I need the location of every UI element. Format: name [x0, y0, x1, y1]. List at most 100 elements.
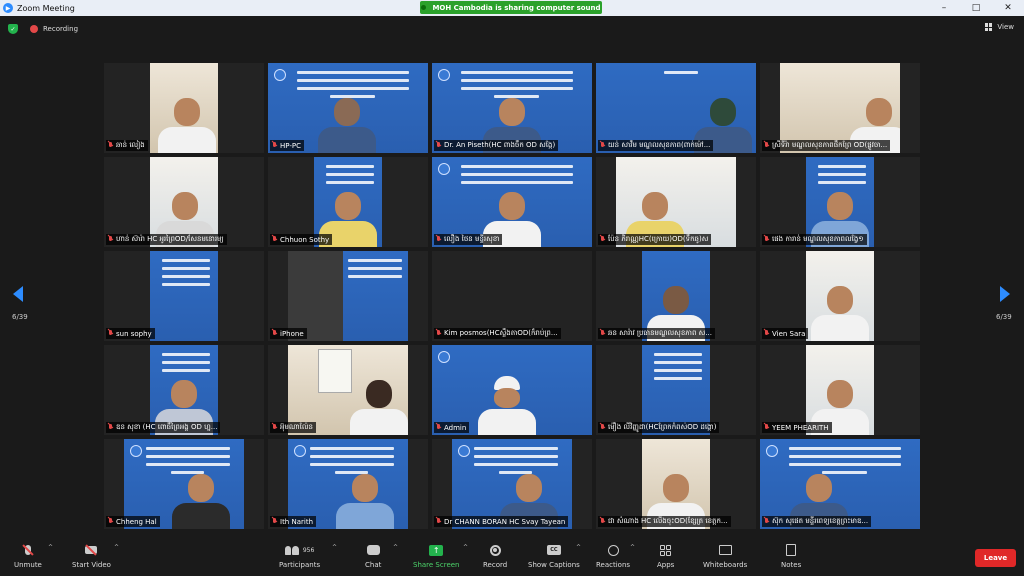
recording-label: Recording: [43, 25, 79, 33]
video-tile[interactable]: ស្រីទីរ៉ា មណ្ឌលសុខភាពផឹកព្រែ OD(ផ្លូវចា.…: [760, 63, 920, 153]
video-tile[interactable]: Vien Sara: [760, 251, 920, 341]
unmute-button[interactable]: Unmute: [14, 543, 42, 569]
participant-name: ម៉ឿង លីវិញ្ញូដា(HCព្រែកកំពស់OD ដង្កោ): [598, 422, 720, 433]
sharing-sound-banner[interactable]: MOH Cambodia is sharing computer sound: [420, 1, 602, 14]
view-label: View: [997, 23, 1014, 31]
share-options-chevron-icon[interactable]: ^: [463, 544, 468, 551]
participants-options-chevron-icon[interactable]: ^: [332, 544, 337, 551]
participant-name: ជា សំណាង HC លើងចុះOD(ខ្សែត្រ ខេត្តក...: [598, 516, 731, 527]
leave-button[interactable]: Leave: [975, 549, 1016, 567]
participant-name: ផេង ការាន់ មណ្ឌលសុខភាពលង្វែ១: [762, 234, 867, 245]
participant-name: ស្រីទីរ៉ា មណ្ឌលសុខភាពផឹកព្រែ OD(ផ្លូវចា.…: [762, 140, 891, 151]
video-tile[interactable]: sun sophy: [104, 251, 264, 341]
participant-name: លឿង ថៃន មន្ទីរសុខា: [434, 234, 503, 245]
video-tile[interactable]: លឿង ថៃន មន្ទីរសុខា: [432, 157, 592, 247]
meeting-toolbar: Unmute ^ Start Video ^ 956 Participants …: [0, 538, 1024, 576]
captions-options-chevron-icon[interactable]: ^: [576, 544, 581, 551]
share-screen-icon: ↑: [428, 543, 444, 557]
video-tile[interactable]: ហាន់ ស៊ារ៉ា HC អូរព្រៃOD/សែនមនោរម្យ: [104, 157, 264, 247]
muted-mic-icon: [600, 330, 605, 337]
sound-indicator-icon: [421, 5, 427, 10]
security-shield-icon[interactable]: ✓: [8, 24, 18, 34]
reactions-button[interactable]: Reactions: [596, 543, 630, 569]
notes-button[interactable]: Notes: [781, 543, 801, 569]
whiteboards-button[interactable]: Whiteboards: [703, 543, 747, 569]
participant-name: Vien Sara: [762, 328, 809, 339]
camera-feed: [806, 251, 874, 341]
minimize-button[interactable]: –: [928, 0, 960, 16]
window-controls: – □ ✕: [928, 0, 1024, 16]
video-tile[interactable]: Chheng Hal: [104, 439, 264, 529]
video-tile[interactable]: ឆន សារ៉ាវ ប្រធានមណ្ឌលសុខភាព ស...: [596, 251, 756, 341]
video-tile[interactable]: Dr. An Piseth(HC ពាងចឹក OD សង្កែ): [432, 63, 592, 153]
participants-button[interactable]: 956 Participants: [279, 543, 320, 569]
next-page-arrow-icon[interactable]: [1000, 286, 1010, 302]
video-tile[interactable]: ឌន សុខា (HC ពោធិ៍ព្រៃអង្គ OD ហ្ន...: [104, 345, 264, 435]
maximize-button[interactable]: □: [960, 0, 992, 16]
record-button[interactable]: Record: [483, 543, 507, 569]
participant-name: Chheng Hal: [106, 516, 160, 527]
muted-mic-icon: [436, 236, 441, 243]
chat-button[interactable]: Chat: [365, 543, 381, 569]
participant-name: sun sophy: [106, 328, 155, 339]
share-screen-button[interactable]: ↑ Share Screen: [413, 543, 460, 569]
participant-name: Dr CHANN BORAN HC Svay Tayean: [434, 516, 569, 527]
muted-mic-icon: [764, 236, 769, 243]
apps-label: Apps: [657, 561, 675, 569]
video-tile[interactable]: Kim posmos(HCស្ទឹងតាOD(ក៏រាប់ព្រ...: [432, 251, 592, 341]
participant-name: ឌន សុខា (HC ពោធិ៍ព្រៃអង្គ OD ហ្ន...: [106, 422, 221, 433]
participant-name: ឆាន់ លៀង: [106, 140, 148, 151]
show-captions-button[interactable]: CC Show Captions: [528, 543, 580, 569]
zoom-meeting-window: ▶ Zoom Meeting MOH Cambodia is sharing c…: [0, 0, 1024, 576]
camera-feed: [150, 63, 218, 153]
video-tile[interactable]: Ith Narith: [268, 439, 428, 529]
participant-name: អ៊ុមណាល៉ែន: [270, 422, 316, 433]
zoom-logo-icon: ▶: [3, 3, 13, 13]
video-tile[interactable]: ជា សំណាង HC លើងចុះOD(ខ្សែត្រ ខេត្តក...: [596, 439, 756, 529]
chat-label: Chat: [365, 561, 382, 569]
video-tile[interactable]: ស៊ុក សុផេត មន្ទីរពេទ្យខេត្តព្រះមាឌ...: [760, 439, 920, 529]
unmute-label: Unmute: [14, 561, 42, 569]
audio-options-chevron-icon[interactable]: ^: [48, 544, 53, 551]
participant-name: Chhuon Sothy: [270, 234, 333, 245]
record-label: Record: [483, 561, 508, 569]
apps-button[interactable]: Apps: [657, 543, 674, 569]
muted-mic-icon: [600, 424, 605, 431]
chat-options-chevron-icon[interactable]: ^: [393, 544, 398, 551]
muted-mic-icon: [436, 142, 441, 149]
video-tile[interactable]: ប៉ែន ភិរាណ្ណHC(ក្រោយ)OD(ទឹកឆូ)ស: [596, 157, 756, 247]
muted-mic-icon: [436, 518, 441, 525]
participant-name: យន់ សាវឹម មណ្ឌលសុខភាព(ពាក់ម៉ៅ...: [598, 140, 714, 151]
title-bar: ▶ Zoom Meeting MOH Cambodia is sharing c…: [0, 0, 1024, 16]
muted-mic-icon: [272, 330, 277, 337]
microphone-muted-icon: [20, 543, 36, 557]
muted-mic-icon: [764, 142, 769, 149]
video-tile[interactable]: YEEM PHEARITH: [760, 345, 920, 435]
view-button[interactable]: View: [985, 23, 1014, 31]
reactions-label: Reactions: [596, 561, 631, 569]
video-tile[interactable]: ផេង ការាន់ មណ្ឌលសុខភាពលង្វែ១: [760, 157, 920, 247]
video-tile[interactable]: ម៉ឿង លីវិញ្ញូដា(HCព្រែកកំពស់OD ដង្កោ): [596, 345, 756, 435]
video-tile[interactable]: iPhone: [268, 251, 428, 341]
whiteboard-icon: [717, 543, 733, 557]
record-icon: [487, 543, 503, 557]
participants-icon: [284, 545, 299, 555]
participant-name: HP-PC: [270, 140, 304, 151]
participant-name: ស៊ុក សុផេត មន្ទីរពេទ្យខេត្តព្រះមាឌ...: [762, 516, 872, 527]
muted-mic-icon: [764, 518, 769, 525]
video-tile[interactable]: យន់ សាវឹម មណ្ឌលសុខភាព(ពាក់ម៉ៅ...: [596, 63, 756, 153]
video-tile[interactable]: Chhuon Sothy: [268, 157, 428, 247]
close-button[interactable]: ✕: [992, 0, 1024, 16]
video-tile[interactable]: HP-PC: [268, 63, 428, 153]
video-tile[interactable]: Dr CHANN BORAN HC Svay Tayean: [432, 439, 592, 529]
video-tile[interactable]: Admin: [432, 345, 592, 435]
participant-name: iPhone: [270, 328, 307, 339]
muted-mic-icon: [600, 236, 605, 243]
video-options-chevron-icon[interactable]: ^: [114, 544, 119, 551]
previous-page-arrow-icon[interactable]: [13, 286, 23, 302]
start-video-button[interactable]: Start Video: [72, 543, 111, 569]
reactions-options-chevron-icon[interactable]: ^: [630, 544, 635, 551]
participant-name: Ith Narith: [270, 516, 317, 527]
video-tile[interactable]: ឆាន់ លៀង: [104, 63, 264, 153]
video-tile[interactable]: អ៊ុមណាល៉ែន: [268, 345, 428, 435]
